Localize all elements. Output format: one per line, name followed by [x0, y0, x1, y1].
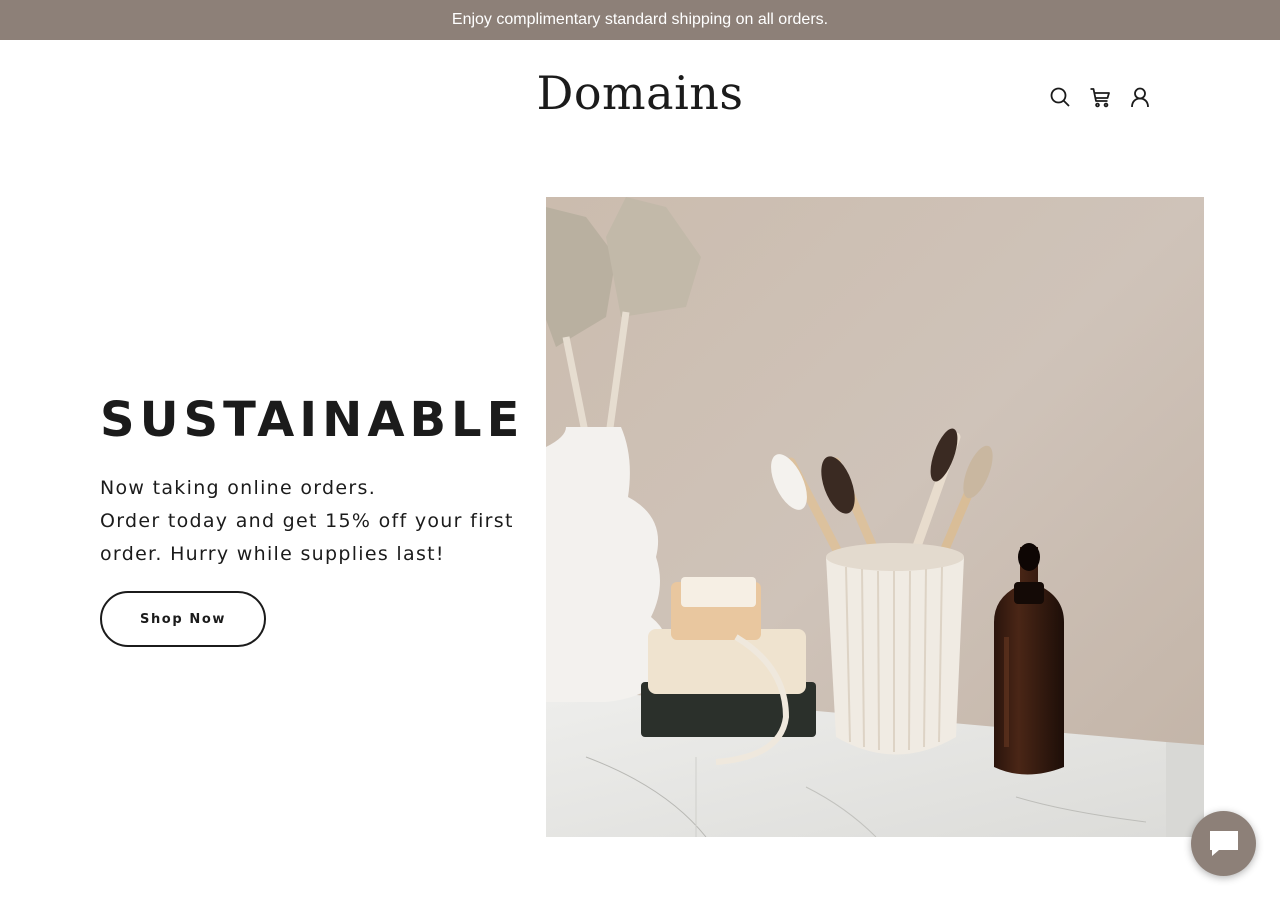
- announcement-text: Enjoy complimentary standard shipping on…: [451, 11, 829, 28]
- account-icon[interactable]: [1129, 86, 1151, 108]
- hero-line: Order today and get 15% off your first: [100, 510, 514, 532]
- hero-image: [546, 197, 1204, 837]
- cart-icon[interactable]: [1089, 86, 1111, 108]
- hero-line: Now taking online orders.: [100, 477, 377, 499]
- header-icons: [1049, 86, 1151, 108]
- hero-line: order. Hurry while supplies last!: [100, 543, 445, 565]
- hero-title: SUSTAINABLE: [100, 392, 525, 448]
- announcement-bar: Enjoy complimentary standard shipping on…: [0, 0, 1280, 40]
- chat-button[interactable]: [1191, 811, 1256, 876]
- search-icon[interactable]: [1049, 86, 1071, 108]
- chat-icon: [1209, 830, 1238, 856]
- shop-now-button[interactable]: Shop Now: [100, 591, 266, 647]
- hero-description: Now taking online orders. Order today an…: [100, 472, 540, 571]
